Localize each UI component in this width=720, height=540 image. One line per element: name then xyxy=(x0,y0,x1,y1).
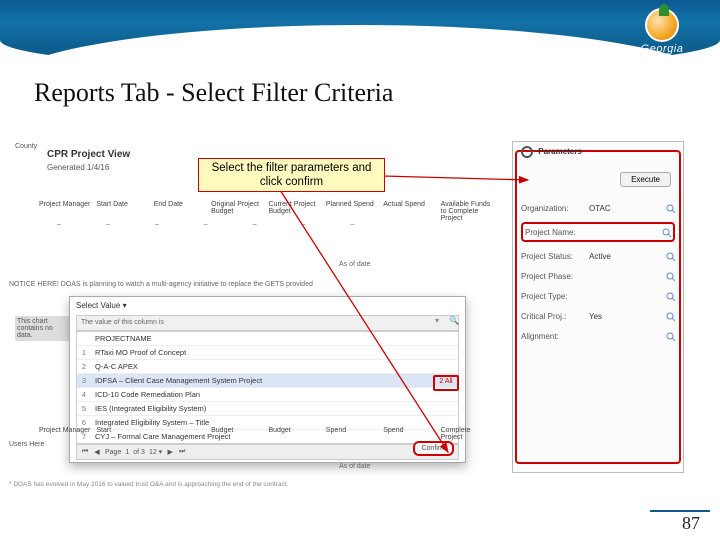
page-number-field[interactable]: 1 xyxy=(125,449,129,456)
georgia-logo: Georgia xyxy=(622,8,702,68)
report-generated: Generated 1/4/16 xyxy=(47,163,109,172)
no-data-box: This chart contains no data. xyxy=(15,316,69,341)
county-label: County xyxy=(15,143,65,150)
select-value-header[interactable]: Select Value ▾ xyxy=(76,301,127,310)
organization-value[interactable]: OTAC xyxy=(587,204,666,213)
execute-button[interactable]: Execute xyxy=(620,172,671,187)
chevron-down-icon: ▾ xyxy=(123,301,127,310)
rows-dropdown[interactable]: 12 ▾ xyxy=(149,448,162,456)
page-number: 87 xyxy=(682,513,700,534)
param-project-phase: Project Phase: xyxy=(521,266,675,286)
parameters-panel: Parameters Execute Organization: OTAC Pr… xyxy=(512,141,684,473)
instruction-callout: Select the filter parameters and click c… xyxy=(198,158,385,192)
arrow-to-confirm xyxy=(280,190,480,460)
peach-icon xyxy=(645,8,679,42)
critical-proj-value[interactable]: Yes xyxy=(587,312,666,321)
param-alignment: Alignment: xyxy=(521,326,675,346)
lookup-icon[interactable] xyxy=(662,228,671,237)
prev-page-icon[interactable]: ◀ xyxy=(93,448,101,456)
lookup-icon[interactable] xyxy=(666,252,675,261)
users-label: Users Here xyxy=(9,441,44,448)
project-status-value[interactable]: Active xyxy=(587,252,666,261)
report-footnote: * DOAS has evolved in May 2016 to valued… xyxy=(9,481,509,488)
lookup-icon[interactable] xyxy=(666,204,675,213)
lookup-icon[interactable] xyxy=(666,332,675,341)
gear-icon xyxy=(521,146,533,158)
page-number-rule xyxy=(650,510,710,512)
parameter-fields: Organization: OTAC Project Name: Project… xyxy=(521,198,675,346)
param-organization: Organization: OTAC xyxy=(521,198,675,218)
parameters-header: Parameters xyxy=(521,146,582,158)
first-page-icon[interactable]: ⏮ xyxy=(81,448,89,456)
page-title: Reports Tab - Select Filter Criteria xyxy=(34,78,393,108)
logo-text: Georgia xyxy=(641,43,684,55)
next-page-icon[interactable]: ▶ xyxy=(166,448,174,456)
as-of-label-2: As of date xyxy=(339,463,371,470)
report-title: CPR Project View xyxy=(47,149,130,160)
param-project-type: Project Type: xyxy=(521,286,675,306)
lookup-icon[interactable] xyxy=(666,292,675,301)
param-critical-proj: Critical Proj.: Yes xyxy=(521,306,675,326)
lookup-icon[interactable] xyxy=(666,272,675,281)
lookup-icon[interactable] xyxy=(666,312,675,321)
last-page-icon[interactable]: ⏭ xyxy=(178,448,186,456)
param-project-name: Project Name: xyxy=(521,220,675,244)
param-project-status: Project Status: Active xyxy=(521,246,675,266)
